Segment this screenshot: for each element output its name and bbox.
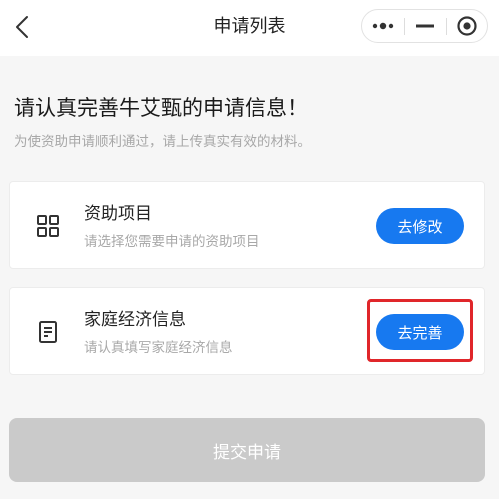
card-funding-project[interactable]: 资助项目 请选择您需要申请的资助项目 去修改 bbox=[9, 181, 485, 269]
card-title: 家庭经济信息 bbox=[84, 310, 186, 330]
minimize-icon bbox=[416, 24, 434, 28]
navigation-bar: 申请列表 bbox=[0, 0, 499, 56]
submit-button[interactable]: 提交申请 bbox=[9, 418, 485, 482]
card-subtitle: 请认真填写家庭经济信息 bbox=[84, 340, 233, 356]
card-subtitle: 请选择您需要申请的资助项目 bbox=[84, 234, 260, 250]
card-family-economic-info[interactable]: 家庭经济信息 请认真填写家庭经济信息 去完善 bbox=[9, 287, 485, 375]
card-title: 资助项目 bbox=[84, 204, 152, 224]
complete-button[interactable]: 去完善 bbox=[376, 314, 464, 350]
mini-program-capsule bbox=[361, 9, 488, 43]
more-button[interactable] bbox=[362, 10, 404, 42]
close-button[interactable] bbox=[446, 10, 488, 42]
document-icon bbox=[39, 321, 57, 343]
minimize-button[interactable] bbox=[404, 10, 446, 42]
modify-button[interactable]: 去修改 bbox=[376, 208, 464, 244]
target-close-icon bbox=[457, 16, 477, 36]
subheadline: 为使资助申请顺利通过，请上传真实有效的材料。 bbox=[14, 134, 311, 150]
headline: 请认真完善牛艾甄的申请信息！ bbox=[14, 96, 308, 120]
grid-icon bbox=[37, 215, 59, 237]
more-dots-icon bbox=[372, 22, 394, 30]
